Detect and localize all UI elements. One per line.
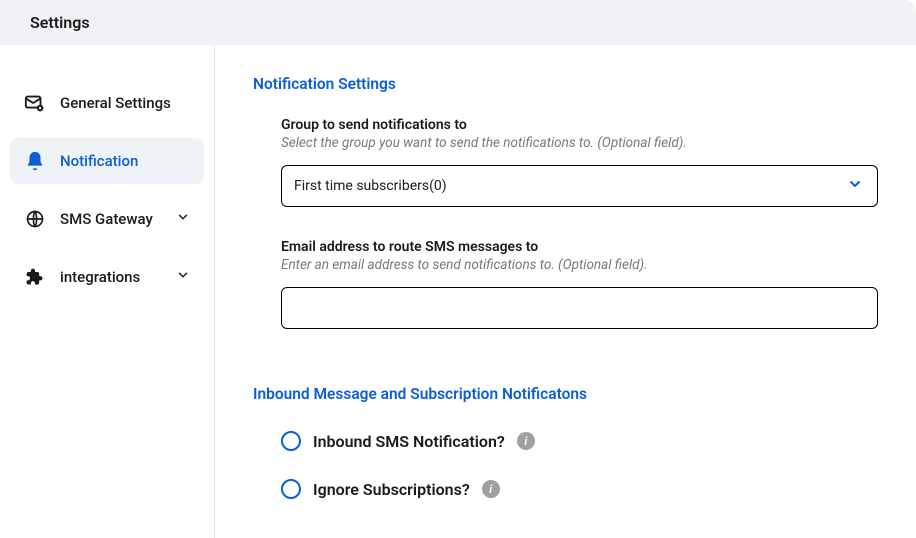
- info-icon[interactable]: i: [517, 432, 535, 450]
- sidebar-item-sms-gateway[interactable]: SMS Gateway: [10, 196, 204, 242]
- mail-gear-icon: [24, 92, 46, 114]
- sidebar-item-notification[interactable]: Notification: [10, 138, 204, 184]
- section-title-notification: Notification Settings: [253, 75, 878, 93]
- email-input[interactable]: [281, 287, 878, 329]
- sidebar-item-general[interactable]: General Settings: [10, 80, 204, 126]
- section-title-inbound: Inbound Message and Subscription Notific…: [253, 385, 878, 403]
- sidebar-item-label: SMS Gateway: [60, 210, 166, 228]
- group-select[interactable]: First time subscribers(0): [281, 165, 878, 207]
- page-title: Settings: [30, 13, 90, 32]
- sidebar-item-label: General Settings: [60, 94, 190, 112]
- option-inbound-sms: Inbound SMS Notification? i: [281, 431, 878, 451]
- email-field-label: Email address to route SMS messages to: [281, 239, 878, 255]
- radio-ignore-subscriptions[interactable]: [281, 479, 301, 499]
- chevron-down-icon: [176, 210, 190, 228]
- radio-inbound-sms[interactable]: [281, 431, 301, 451]
- field-email: Email address to route SMS messages to E…: [281, 239, 878, 329]
- option-ignore-subscriptions: Ignore Subscriptions? i: [281, 479, 878, 499]
- sidebar: General Settings Notification SMS Gatewa…: [0, 45, 215, 538]
- sidebar-item-label: integrations: [60, 268, 166, 286]
- group-field-label: Group to send notifications to: [281, 117, 878, 133]
- field-group: Group to send notifications to Select th…: [281, 117, 878, 207]
- chevron-down-icon: [176, 268, 190, 286]
- group-field-help: Select the group you want to send the no…: [281, 135, 878, 151]
- option-label: Inbound SMS Notification?: [313, 432, 505, 451]
- sidebar-item-label: Notification: [60, 152, 190, 170]
- container: General Settings Notification SMS Gatewa…: [0, 45, 916, 538]
- bell-icon: [24, 150, 46, 172]
- section-inbound: Inbound Message and Subscription Notific…: [253, 385, 878, 499]
- header: Settings: [0, 0, 916, 45]
- globe-icon: [24, 208, 46, 230]
- puzzle-icon: [24, 266, 46, 288]
- sidebar-item-integrations[interactable]: integrations: [10, 254, 204, 300]
- option-label: Ignore Subscriptions?: [313, 480, 470, 499]
- group-select-value: First time subscribers(0): [294, 178, 447, 194]
- main-content: Notification Settings Group to send noti…: [215, 45, 916, 538]
- email-field-help: Enter an email address to send notificat…: [281, 257, 878, 273]
- info-icon[interactable]: i: [482, 480, 500, 498]
- chevron-down-icon: [847, 176, 863, 196]
